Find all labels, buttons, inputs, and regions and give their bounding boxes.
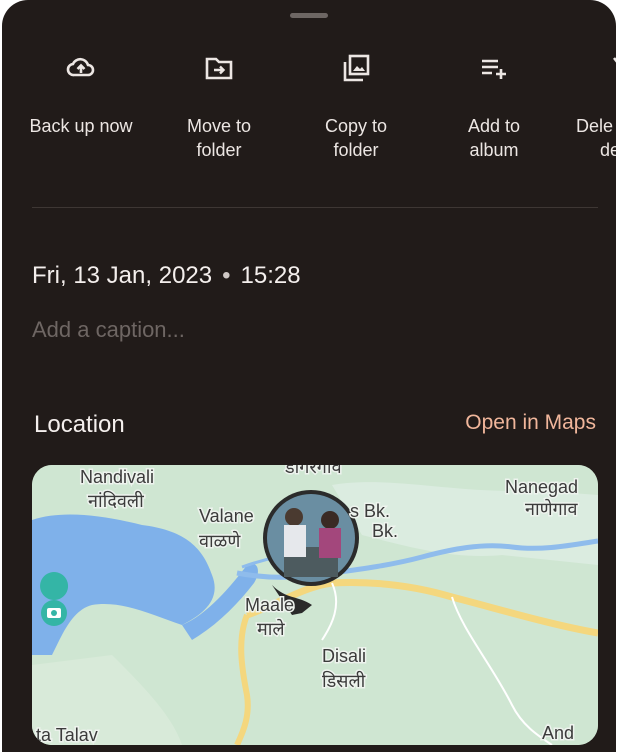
camera-icon-lens: [51, 610, 57, 616]
delete-icon: [612, 57, 616, 63]
action-row: Back up now Move to folder Copy to folde…: [2, 52, 616, 172]
add-to-album-button[interactable]: Add to album: [434, 52, 554, 162]
map-label-nanegad-mr: नाणेगाव: [525, 498, 578, 519]
date-text: Fri, 13 Jan, 2023: [32, 262, 213, 289]
copy-to-folder-label: Copy to folder: [296, 114, 416, 162]
move-to-folder-label: Move to folder: [159, 114, 279, 162]
map-canvas: Nandivali नांदिवली डोंगरगाव Valane वाळणे…: [32, 465, 598, 745]
photo-pin-person: [321, 511, 339, 529]
delete-from-device-button[interactable]: Dele de: [550, 52, 616, 162]
map-label-nanegad: Nanegad: [505, 477, 578, 497]
time-text: 15:28: [240, 262, 301, 289]
location-map[interactable]: Nandivali नांदिवली डोंगरगाव Valane वाळणे…: [32, 465, 598, 745]
map-label-nandivali-mr: नांदिवली: [88, 490, 144, 511]
drag-handle[interactable]: [290, 13, 328, 18]
cloud-upload-icon: [66, 57, 95, 77]
photo-details-sheet: Back up now Move to folder Copy to folde…: [2, 0, 616, 752]
copy-photo-icon: [343, 54, 370, 82]
divider: [32, 207, 598, 208]
date-time-separator: •: [222, 262, 231, 289]
copy-to-label-line1: Copy to: [324, 116, 388, 136]
move-to-folder-button[interactable]: Move to folder: [159, 52, 279, 162]
copy-to-folder-button[interactable]: Copy to folder: [296, 52, 416, 162]
map-label-valane-mr: वाळणे: [199, 530, 241, 551]
add-to-album-icon: [482, 59, 506, 79]
date-time[interactable]: Fri, 13 Jan, 2023 • 15:28: [32, 262, 301, 290]
add-to-label-line1: Add to: [467, 116, 521, 136]
map-label-disali-mr: डिसली: [322, 670, 366, 691]
move-to-label-line1: Move to: [186, 116, 252, 136]
map-label-nandivali: Nandivali: [80, 467, 154, 487]
photo-pin-person: [319, 528, 341, 558]
copy-to-label-line2: folder: [333, 140, 379, 160]
map-label-bk: Bk.: [372, 521, 398, 541]
map-label-s-bk: s Bk.: [350, 501, 390, 521]
delete-label-line2: de: [600, 140, 616, 160]
map-label-dongargaon-mr: डोंगरगाव: [284, 465, 343, 477]
map-label-disali: Disali: [322, 646, 366, 666]
map-label-valane: Valane: [199, 506, 254, 526]
move-folder-icon: [205, 57, 233, 80]
map-label-talav: ta Talav: [36, 725, 98, 745]
map-label-and: And: [542, 723, 574, 743]
delete-label-line1: Dele: [576, 116, 614, 136]
open-in-maps-link[interactable]: Open in Maps: [465, 411, 596, 435]
move-to-label-line2: folder: [196, 140, 242, 160]
add-to-label-line2: album: [469, 140, 519, 160]
map-label-maale: Maale: [245, 595, 294, 615]
back-up-now-button[interactable]: Back up now: [21, 52, 141, 138]
add-to-album-label: Add to album: [434, 114, 554, 162]
delete-label: Dele de: [550, 114, 616, 162]
location-heading: Location: [34, 411, 125, 438]
back-up-now-label: Back up now: [29, 116, 133, 136]
photo-pin-person: [284, 525, 306, 557]
photo-pin-person: [285, 508, 303, 526]
map-label-maale-mr: माले: [257, 618, 285, 639]
caption-input[interactable]: Add a caption...: [32, 317, 185, 343]
